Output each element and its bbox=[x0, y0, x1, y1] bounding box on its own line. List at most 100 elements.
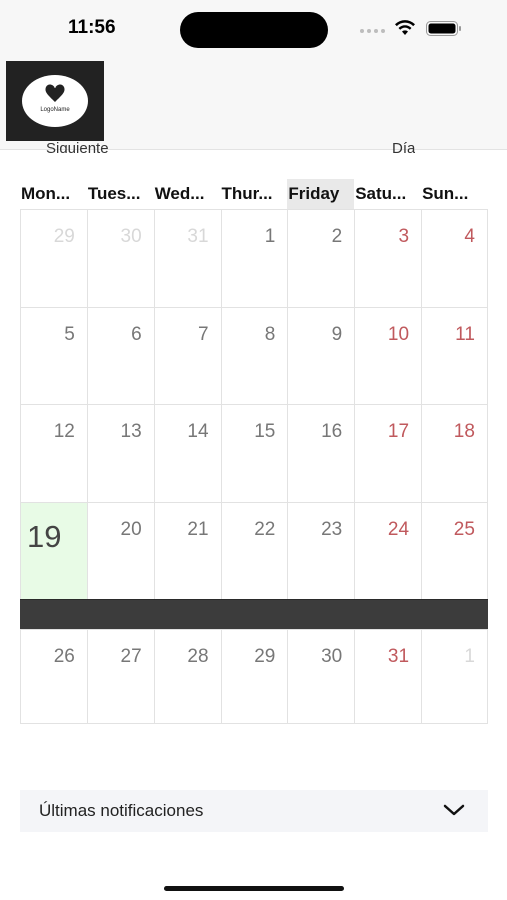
wifi-icon bbox=[395, 20, 415, 35]
week-divider-band bbox=[20, 599, 488, 629]
day-number: 8 bbox=[264, 323, 276, 345]
dynamic-island bbox=[180, 12, 328, 48]
day-cell[interactable]: 29 bbox=[220, 630, 288, 723]
day-number: 30 bbox=[120, 226, 142, 247]
status-bar: 11:56 bbox=[0, 0, 507, 58]
day-number: 30 bbox=[321, 646, 343, 667]
day-cell[interactable]: 1 bbox=[421, 630, 488, 723]
day-cell[interactable]: 22 bbox=[220, 502, 288, 599]
day-cell[interactable]: 21 bbox=[153, 502, 221, 599]
day-number: 1 bbox=[464, 646, 475, 667]
day-number: 29 bbox=[254, 646, 276, 667]
notifications-dropdown[interactable]: Últimas notificaciones bbox=[20, 790, 488, 832]
week-row: 26 27 28 29 30 31 1 bbox=[20, 629, 488, 724]
day-number: 4 bbox=[464, 226, 475, 247]
day-number: 20 bbox=[120, 518, 142, 540]
day-cell[interactable]: 4 bbox=[421, 210, 488, 307]
logo[interactable]: LogoName bbox=[6, 61, 104, 141]
month-calendar: Mon... Tues... Wed... Thur... Friday Sat… bbox=[20, 179, 488, 724]
today-day-number: 19 bbox=[27, 518, 62, 554]
weekday-thursday: Thur... bbox=[221, 184, 273, 203]
week-row: 19 20 21 22 23 24 25 bbox=[20, 501, 488, 599]
next-button[interactable]: Siguiente bbox=[46, 139, 109, 153]
weekday-friday: Friday bbox=[287, 179, 355, 209]
day-cell[interactable]: 6 bbox=[86, 307, 154, 404]
day-number: 14 bbox=[187, 421, 209, 442]
day-cell[interactable]: 3 bbox=[354, 210, 421, 307]
day-cell[interactable]: 31 bbox=[153, 210, 221, 307]
weekday-wednesday: Wed... bbox=[154, 184, 205, 203]
day-cell[interactable]: 30 bbox=[86, 210, 154, 307]
day-cell[interactable]: 13 bbox=[86, 405, 154, 502]
day-number: 17 bbox=[387, 421, 410, 442]
day-cell[interactable]: 30 bbox=[287, 630, 354, 723]
day-number: 12 bbox=[53, 421, 75, 442]
day-number: 1 bbox=[264, 226, 276, 247]
day-number: 15 bbox=[254, 421, 276, 442]
status-time: 11:56 bbox=[68, 17, 116, 38]
day-cell[interactable]: 27 bbox=[86, 630, 154, 723]
day-number: 31 bbox=[387, 646, 410, 667]
day-number: 11 bbox=[455, 323, 475, 345]
day-cell[interactable]: 11 bbox=[421, 307, 488, 404]
weekday-tuesday: Tues... bbox=[87, 184, 141, 203]
chevron-down-icon[interactable] bbox=[442, 802, 466, 818]
day-cell[interactable]: 20 bbox=[86, 502, 154, 599]
day-cell[interactable]: 10 bbox=[354, 307, 421, 404]
day-cell[interactable]: 28 bbox=[153, 630, 221, 723]
day-number: 25 bbox=[453, 518, 475, 540]
day-cell[interactable]: 25 bbox=[421, 502, 488, 599]
day-number: 23 bbox=[321, 518, 343, 540]
weekday-sunday: Sun... bbox=[422, 184, 469, 203]
weekday-saturday: Satu... bbox=[355, 184, 407, 203]
day-cell[interactable]: 31 bbox=[354, 630, 421, 723]
day-number: 3 bbox=[398, 226, 410, 247]
day-number: 9 bbox=[331, 323, 343, 345]
cellular-signal-icon bbox=[360, 27, 386, 35]
day-number: 6 bbox=[131, 323, 142, 345]
day-cell[interactable]: 29 bbox=[20, 210, 87, 307]
week-row: 5 6 7 8 9 10 11 bbox=[20, 306, 488, 404]
day-cell[interactable]: 14 bbox=[153, 405, 221, 502]
day-cell[interactable]: 9 bbox=[287, 307, 354, 404]
day-number: 13 bbox=[120, 421, 142, 442]
logo-badge: LogoName bbox=[22, 75, 88, 127]
day-number: 26 bbox=[53, 646, 75, 667]
day-cell[interactable]: 8 bbox=[220, 307, 288, 404]
day-cell[interactable]: 2 bbox=[287, 210, 354, 307]
day-cell[interactable]: 12 bbox=[20, 405, 87, 502]
week-row: 29 30 31 1 2 3 4 bbox=[20, 209, 488, 307]
day-cell[interactable]: 16 bbox=[287, 405, 354, 502]
day-number: 5 bbox=[64, 323, 75, 345]
day-number: 27 bbox=[120, 646, 142, 667]
day-cell[interactable]: 1 bbox=[220, 210, 288, 307]
day-cell-today[interactable]: 19 bbox=[20, 502, 87, 599]
day-cell[interactable]: 17 bbox=[354, 405, 421, 502]
day-number: 28 bbox=[187, 646, 209, 667]
day-number: 24 bbox=[387, 518, 410, 540]
home-indicator[interactable] bbox=[164, 886, 344, 891]
day-view-button[interactable]: Día bbox=[392, 139, 415, 153]
heart-logo-icon bbox=[45, 84, 65, 102]
notifications-label: Últimas notificaciones bbox=[39, 801, 204, 820]
day-cell[interactable]: 5 bbox=[20, 307, 87, 404]
day-number: 7 bbox=[197, 323, 209, 345]
day-number: 10 bbox=[387, 323, 410, 345]
day-number: 21 bbox=[187, 518, 209, 540]
logo-text: LogoName bbox=[40, 107, 70, 113]
day-cell[interactable]: 7 bbox=[153, 307, 221, 404]
day-number: 31 bbox=[187, 226, 209, 247]
day-number: 18 bbox=[453, 421, 475, 442]
day-number: 2 bbox=[331, 226, 343, 247]
week-row: 12 13 14 15 16 17 18 bbox=[20, 404, 488, 502]
weekday-header: Mon... Tues... Wed... Thur... Friday Sat… bbox=[20, 179, 488, 209]
battery-icon bbox=[426, 21, 461, 36]
day-cell[interactable]: 23 bbox=[287, 502, 354, 599]
day-cell[interactable]: 18 bbox=[421, 405, 488, 502]
day-number: 29 bbox=[53, 226, 75, 247]
day-number: 22 bbox=[254, 518, 276, 540]
day-cell[interactable]: 26 bbox=[20, 630, 87, 723]
day-number: 16 bbox=[321, 421, 343, 442]
day-cell[interactable]: 24 bbox=[354, 502, 421, 599]
day-cell[interactable]: 15 bbox=[220, 405, 288, 502]
